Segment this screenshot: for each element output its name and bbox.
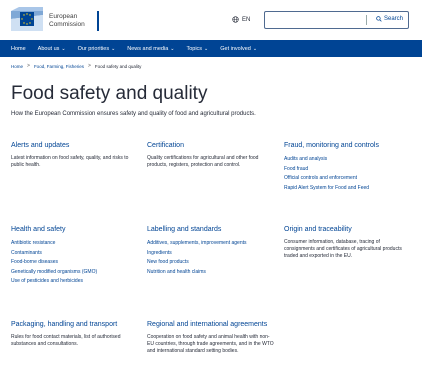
main-navigation: Home About us ⌄ Our priorities ⌄ News an…: [0, 40, 422, 57]
section-title-link[interactable]: Origin and traceability: [284, 226, 404, 233]
list-item-link[interactable]: Food fraud: [284, 165, 414, 175]
section-origin-and-traceability: Origin and traceability Consumer informa…: [284, 226, 404, 260]
section-packaging-handling-transport: Packaging, handling and transport Rules …: [11, 321, 129, 348]
globe-icon: [232, 16, 239, 23]
section-title-link[interactable]: Packaging, handling and transport: [11, 321, 129, 328]
european-commission-logo[interactable]: [11, 7, 43, 31]
chevron-down-icon: ⌄: [204, 45, 209, 52]
section-title-link[interactable]: Fraud, monitoring and controls: [284, 142, 414, 149]
section-title-link[interactable]: Health and safety: [11, 226, 135, 233]
nav-item-label: News and media: [127, 45, 169, 52]
section-title-link[interactable]: Certification: [147, 142, 271, 149]
nav-item-label: Get involved: [220, 45, 251, 52]
page-subtitle: How the European Commission ensures safe…: [11, 111, 256, 117]
logo-line-2: Commission: [49, 20, 85, 28]
section-title-link[interactable]: Labelling and standards: [147, 226, 271, 233]
list-item-link[interactable]: Ingredients: [147, 249, 271, 259]
list-item-link[interactable]: Nutrition and health claims: [147, 268, 271, 278]
nav-item-get-involved[interactable]: Get involved ⌄: [220, 46, 257, 52]
language-code: EN: [242, 16, 251, 23]
nav-item-home[interactable]: Home: [11, 46, 26, 52]
search-button-label: Search: [383, 16, 403, 22]
section-description: Rules for food contact materials, list o…: [11, 334, 121, 347]
section-title-link[interactable]: Alerts and updates: [11, 142, 135, 149]
search-button[interactable]: Search: [376, 16, 403, 22]
list-item-link[interactable]: Audits and analysis: [284, 155, 414, 165]
nav-item-label: Our priorities: [77, 45, 110, 52]
section-link-list: Audits and analysis Food fraud Official …: [284, 155, 414, 193]
nav-item-our-priorities[interactable]: Our priorities ⌄: [78, 46, 116, 52]
breadcrumb-separator: >: [27, 63, 30, 69]
breadcrumb: Home > Food, Farming, Fisheries > Food s…: [11, 63, 141, 69]
section-fraud-monitoring-controls: Fraud, monitoring and controls Audits an…: [284, 142, 414, 193]
search-separator: [366, 15, 367, 25]
search-icon: [376, 16, 382, 22]
list-item-link[interactable]: Additives, supplements, improvement agen…: [147, 239, 271, 249]
nav-item-label: Home: [11, 45, 26, 52]
site-header: European Commission EN Search: [0, 0, 422, 40]
list-item-link[interactable]: Contaminants: [11, 249, 135, 259]
list-item-link[interactable]: Genetically modified organisms (GMO): [11, 268, 135, 278]
nav-item-label: Topics: [186, 45, 203, 52]
nav-item-topics[interactable]: Topics ⌄: [186, 46, 208, 52]
chevron-down-icon: ⌄: [252, 45, 258, 52]
nav-item-about-us[interactable]: About us ⌄: [38, 46, 66, 52]
logo-text: European Commission: [49, 13, 85, 28]
nav-item-news-and-media[interactable]: News and media ⌄: [127, 46, 174, 52]
section-link-list: Additives, supplements, improvement agen…: [147, 239, 271, 277]
list-item-link[interactable]: Rapid Alert System for Food and Feed: [284, 184, 414, 194]
logo-line-1: European: [49, 13, 78, 20]
section-certification: Certification Quality certifications for…: [147, 142, 271, 169]
list-item-link[interactable]: Use of pesticides and herbicides: [11, 277, 135, 287]
breadcrumb-item-current: Food safety and quality: [94, 63, 142, 69]
breadcrumb-separator: >: [87, 63, 91, 69]
section-description: Quality certifications for agricultural …: [147, 155, 259, 168]
list-item-link[interactable]: Antibiotic resistance: [11, 239, 135, 249]
section-health-and-safety: Health and safety Antibiotic resistance …: [11, 226, 135, 287]
section-link-list: Antibiotic resistance Contaminants Food-…: [11, 239, 135, 287]
section-regional-international-agreements: Regional and international agreements Co…: [147, 321, 275, 355]
section-description: Cooperation on food safety and animal he…: [147, 334, 274, 354]
logo-divider: [97, 11, 99, 31]
section-description: Consumer information, database, tracing …: [284, 239, 402, 259]
breadcrumb-item-food-farming-fisheries[interactable]: Food, Farming, Fisheries: [34, 64, 84, 69]
search-input[interactable]: Search: [264, 11, 409, 29]
section-labelling-and-standards: Labelling and standards Additives, suppl…: [147, 226, 271, 277]
chevron-down-icon: ⌄: [61, 45, 66, 52]
list-item-link[interactable]: New food products: [147, 258, 271, 268]
list-item-link[interactable]: Official controls and enforcement: [284, 174, 414, 184]
chevron-down-icon: ⌄: [111, 45, 116, 52]
nav-item-label: About us: [37, 45, 60, 52]
chevron-down-icon: ⌄: [170, 45, 175, 52]
language-selector[interactable]: EN: [232, 16, 250, 23]
breadcrumb-item-home[interactable]: Home: [11, 64, 23, 69]
section-description: Latest information on food safety, quali…: [11, 155, 129, 168]
section-alerts-and-updates: Alerts and updates Latest information on…: [11, 142, 135, 169]
list-item-link[interactable]: Food-borne diseases: [11, 258, 135, 268]
page-title: Food safety and quality: [11, 83, 208, 104]
section-title-link[interactable]: Regional and international agreements: [147, 321, 275, 328]
